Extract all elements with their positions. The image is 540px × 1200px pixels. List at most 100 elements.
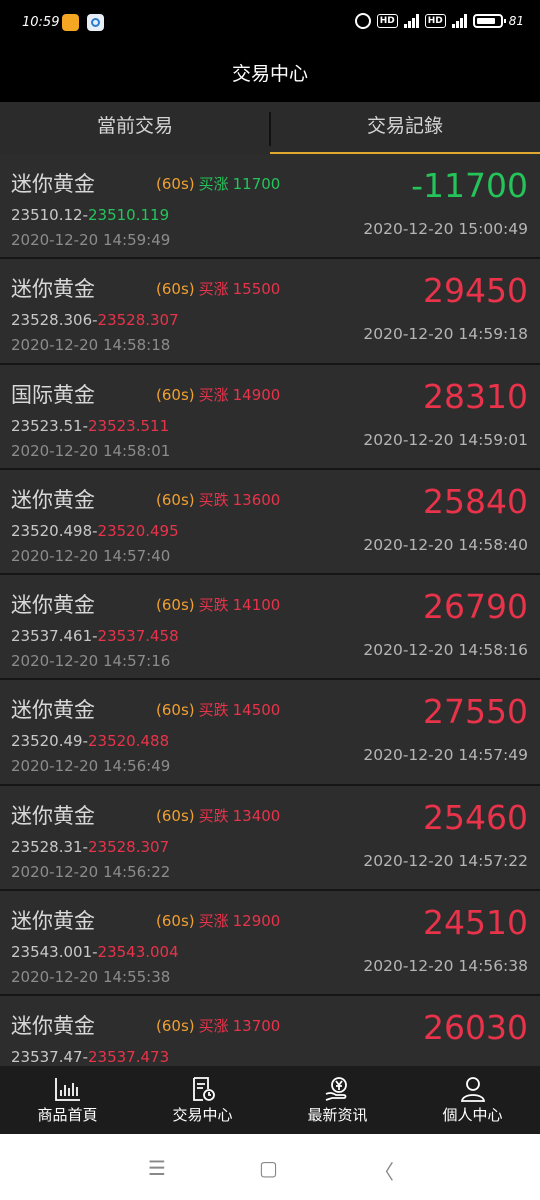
signal-icon <box>403 14 419 28</box>
open-price: 23528.306- <box>11 311 98 330</box>
nav-news[interactable]: 最新资讯 <box>270 1066 405 1134</box>
trade-amount: 14900 <box>232 385 281 404</box>
trade-row[interactable]: 国际黄金 (60s) 买涨 14900 23523.51-23523.511 2020-1… <box>0 364 540 470</box>
open-price: 23520.49- <box>11 732 88 751</box>
trade-meta: (60s) 买涨 13700 <box>156 1015 280 1036</box>
product-name: 迷你黄金 <box>11 803 95 828</box>
trade-amount: 15500 <box>232 280 281 299</box>
tab-bar: 當前交易 交易記錄 <box>0 102 540 154</box>
tab-divider <box>269 112 271 146</box>
nav-trade-center[interactable]: 交易中心 <box>135 1066 270 1134</box>
close-price: 23543.004 <box>97 943 179 962</box>
product-name: 迷你黄金 <box>11 487 95 512</box>
close-time: 2020-12-20 14:56:38 <box>363 957 528 976</box>
page-title: 交易中心 <box>0 48 540 102</box>
trade-meta: (60s) 买涨 12900 <box>156 910 280 931</box>
trade-amount: 14500 <box>232 701 281 720</box>
trade-meta: (60s) 买涨 15500 <box>156 278 280 299</box>
trade-meta: (60s) 买跌 14100 <box>156 594 280 615</box>
trade-profit: 25460 <box>423 797 528 837</box>
trade-direction: 买涨 <box>198 912 229 931</box>
signal-icon-2 <box>451 14 467 28</box>
nav-news-label: 最新资讯 <box>307 1106 368 1124</box>
close-price: 23537.473 <box>88 1048 170 1066</box>
system-nav-bar: ☰ ▢ 〈 <box>0 1134 540 1200</box>
trade-profit: -11700 <box>411 166 528 205</box>
close-price: 23520.488 <box>88 732 170 751</box>
trade-direction: 买跌 <box>198 596 229 615</box>
trade-prices: 23537.461-23537.458 <box>11 627 179 645</box>
tab-current-trades[interactable]: 當前交易 <box>0 102 270 154</box>
trade-duration: (60s) <box>156 490 195 509</box>
status-bar: 10:59 HD HD 81 <box>0 0 540 48</box>
nav-trade-center-label: 交易中心 <box>172 1106 233 1124</box>
trade-amount: 11700 <box>232 175 281 193</box>
yen-hand-icon <box>325 1077 347 1101</box>
trade-row[interactable]: 迷你黄金 (60s) 买涨 12900 23543.001-23543.004 2020-… <box>0 891 540 997</box>
open-price: 23523.51- <box>11 416 88 435</box>
trade-amount: 13600 <box>232 490 281 509</box>
close-time: 2020-12-20 14:59:18 <box>363 325 528 344</box>
trade-direction: 买涨 <box>198 385 229 404</box>
close-price: 23510.119 <box>88 206 170 224</box>
battery-percent: 81 <box>508 14 524 28</box>
trade-history-list[interactable]: 迷你黄金 (60s) 买涨 11700 23510.12-23510.119 2020-1… <box>0 154 540 1066</box>
nav-home-label: 商品首頁 <box>37 1106 98 1124</box>
trade-prices: 23528.31-23528.307 <box>11 838 169 856</box>
product-name: 迷你黄金 <box>11 1014 95 1039</box>
bottom-nav: 商品首頁 交易中心 最新资讯 個人中心 <box>0 1066 540 1134</box>
trade-amount: 14100 <box>232 596 281 615</box>
close-time: 2020-12-20 14:57:49 <box>363 746 528 765</box>
trade-meta: (60s) 买跌 13600 <box>156 489 280 510</box>
back-icon[interactable]: 〈 <box>374 1156 394 1185</box>
trade-amount: 13700 <box>232 1017 281 1036</box>
trade-direction: 买跌 <box>198 490 229 509</box>
trade-row[interactable]: 迷你黄金 (60s) 买涨 13700 23537.47-23537.473 26030 <box>0 996 540 1066</box>
trade-row[interactable]: 迷你黄金 (60s) 买跌 14500 23520.49-23520.488 2020-1… <box>0 680 540 786</box>
nav-home[interactable]: 商品首頁 <box>0 1066 135 1134</box>
trade-row[interactable]: 迷你黄金 (60s) 买跌 13400 23528.31-23528.307 2020-1… <box>0 785 540 892</box>
open-time: 2020-12-20 14:58:18 <box>11 336 171 355</box>
trade-prices: 23520.498-23520.495 <box>11 522 179 540</box>
open-time: 2020-12-20 14:59:49 <box>11 231 171 249</box>
trade-meta: (60s) 买涨 14900 <box>156 384 280 405</box>
trade-duration: (60s) <box>156 701 195 720</box>
open-price: 23537.47- <box>11 1048 88 1066</box>
open-time: 2020-12-20 14:57:16 <box>11 652 171 671</box>
trade-profit: 25840 <box>423 481 528 521</box>
trade-row[interactable]: 迷你黄金 (60s) 买跌 13600 23520.498-23520.495 2020-… <box>0 469 540 576</box>
hd-badge-2: HD <box>424 14 446 28</box>
product-name: 迷你黄金 <box>11 909 95 934</box>
close-price: 23520.495 <box>97 521 179 540</box>
trade-prices: 23523.51-23523.511 <box>11 417 169 435</box>
trade-direction: 买涨 <box>198 280 229 299</box>
tab-trade-history[interactable]: 交易記錄 <box>270 102 540 154</box>
open-time: 2020-12-20 14:57:40 <box>11 546 171 565</box>
menu-icon[interactable]: ☰ <box>148 1156 166 1180</box>
open-time: 2020-12-20 14:56:22 <box>11 862 171 881</box>
product-name: 迷你黄金 <box>11 277 95 302</box>
trade-row[interactable]: 迷你黄金 (60s) 买涨 15500 23528.306-23528.307 2020-… <box>0 259 540 365</box>
open-price: 23528.31- <box>11 837 88 856</box>
chart-icon <box>54 1078 80 1101</box>
app-notification-icon <box>62 14 79 31</box>
trade-meta: (60s) 买跌 13400 <box>156 805 280 826</box>
trade-duration: (60s) <box>156 1017 195 1036</box>
open-price: 23520.498- <box>11 521 98 540</box>
trade-direction: 买跌 <box>198 701 229 720</box>
trade-row[interactable]: 迷你黄金 (60s) 买跌 14100 23537.461-23537.458 2020-… <box>0 575 540 681</box>
product-name: 国际黄金 <box>11 382 95 407</box>
document-clock-icon <box>192 1077 215 1101</box>
trade-profit: 28310 <box>423 376 528 416</box>
open-price: 23543.001- <box>11 943 98 962</box>
product-name: 迷你黄金 <box>11 172 95 196</box>
close-time: 2020-12-20 15:00:49 <box>363 220 528 238</box>
home-icon[interactable]: ▢ <box>259 1156 278 1180</box>
alarm-icon <box>354 13 371 29</box>
nav-profile[interactable]: 個人中心 <box>405 1066 540 1134</box>
close-price: 23528.307 <box>88 837 170 856</box>
trade-duration: (60s) <box>156 912 195 931</box>
product-name: 迷你黄金 <box>11 698 95 723</box>
trade-profit: 27550 <box>423 692 528 732</box>
trade-row[interactable]: 迷你黄金 (60s) 买涨 11700 23510.12-23510.119 2020-1… <box>0 154 540 260</box>
